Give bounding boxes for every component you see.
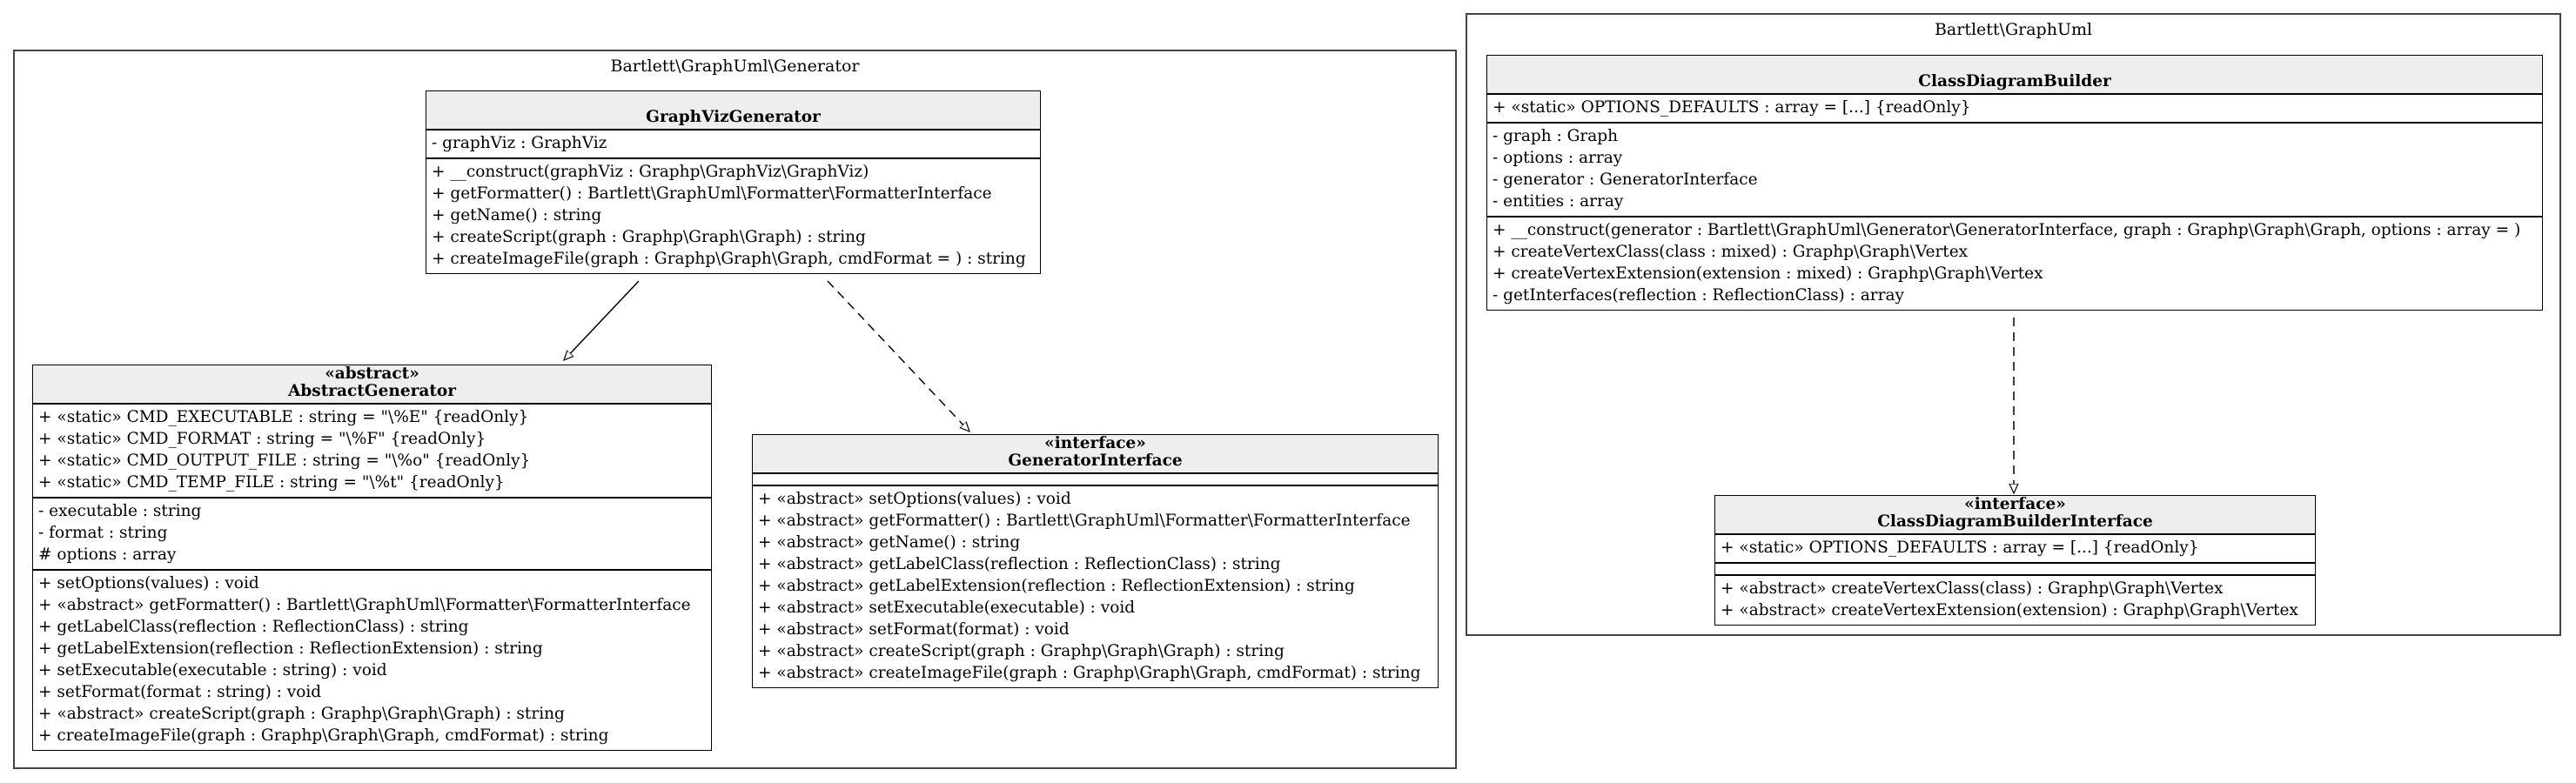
class-member: + «abstract» createScript(graph : Graphp… (38, 705, 565, 723)
class-name: GraphVizGenerator (646, 108, 821, 126)
class-header: GraphVizGenerator (426, 91, 1040, 130)
realization-arrow (827, 280, 969, 432)
class-member: + «static» OPTIONS_DEFAULTS : array = [.… (1493, 98, 1971, 117)
class-member: + «abstract» getName() : string (758, 533, 1021, 552)
class-compartment: - graph : Graph - options : array - genera… (1487, 124, 2542, 218)
class-member: + getLabelClass(reflection : ReflectionC… (38, 618, 469, 636)
generalization-arrow (564, 280, 640, 360)
class-classdiagrambuilderinterface[interactable]: «interface» ClassDiagramBuilderInterface +… (1714, 495, 2316, 626)
class-name: GeneratorInterface (1008, 452, 1183, 470)
class-compartment: + setOptions(values) : void + «abstract» … (33, 571, 711, 750)
class-member: + «static» CMD_TEMP_FILE : string = "\%t… (38, 473, 505, 492)
class-member: + «static» CMD_FORMAT : string = "\%F" {… (38, 430, 486, 448)
class-compartment: + «abstract» createVertexClass(class) : … (1715, 576, 2315, 625)
class-compartment (753, 474, 1438, 486)
class-member: + «static» CMD_OUTPUT_FILE : string = "\… (38, 452, 531, 470)
class-compartment: + «abstract» setOptions(values) : void + … (753, 486, 1438, 687)
class-member: + getName() : string (432, 206, 602, 224)
class-member: + «abstract» createScript(graph : Graphp… (758, 642, 1285, 660)
class-compartment: + «static» OPTIONS_DEFAULTS : array = [.… (1487, 95, 2542, 124)
class-member: + setExecutable(executable : string) : v… (38, 661, 387, 679)
class-compartment (1715, 564, 2315, 576)
class-member: + setOptions(values) : void (38, 574, 259, 592)
class-name: AbstractGenerator (288, 382, 456, 400)
class-stereotype: «interface» (1044, 434, 1146, 452)
class-generatorinterface[interactable]: «interface» GeneratorInterface + «abstract… (752, 434, 1439, 688)
class-member: - generator : GeneratorInterface (1493, 171, 1758, 189)
class-compartment: + __construct(generator : Bartlett\Graph… (1487, 218, 2542, 310)
class-abstractgenerator[interactable]: «abstract» AbstractGenerator + «static» CM… (32, 365, 712, 751)
class-member: + «abstract» setExecutable(executable) :… (758, 599, 1136, 617)
class-member: + __construct(graphViz : Graphp\GraphViz… (432, 163, 869, 181)
class-member: + «abstract» setOptions(values) : void (758, 490, 1071, 508)
class-member: + «abstract» getLabelClass(reflection : … (758, 555, 1281, 573)
class-name: ClassDiagramBuilderInterface (1877, 512, 2153, 531)
class-compartment: + __construct(graphViz : Graphp\GraphViz… (426, 159, 1040, 273)
class-member: + «static» CMD_EXECUTABLE : string = "\%… (38, 408, 529, 426)
class-member: - options : array (1493, 149, 1623, 167)
class-member: + «abstract» getFormatter() : Bartlett\G… (758, 512, 1411, 530)
class-member: + «abstract» createVertexExtension(exten… (1721, 601, 2298, 619)
class-member: - entities : array (1493, 192, 1624, 211)
class-compartment: + «static» OPTIONS_DEFAULTS : array = [.… (1715, 535, 2315, 564)
class-member: - executable : string (38, 502, 202, 520)
class-member: + createScript(graph : Graphp\Graph\Grap… (432, 228, 866, 246)
class-header: «interface» ClassDiagramBuilderInterface (1715, 496, 2315, 535)
class-member: + createVertexExtension(extension : mixe… (1493, 264, 2043, 283)
class-name: ClassDiagramBuilder (1918, 72, 2111, 90)
class-member: - getInterfaces(reflection : ReflectionC… (1493, 286, 1904, 304)
class-header: ClassDiagramBuilder (1487, 56, 2542, 95)
class-member: + getFormatter() : Bartlett\GraphUml\For… (432, 184, 992, 203)
class-member: - graph : Graph (1493, 127, 1619, 145)
class-member: + «abstract» createVertexClass(class) : … (1721, 579, 2224, 598)
class-member: + «abstract» getFormatter() : Bartlett\G… (38, 596, 691, 614)
class-member: + «abstract» setFormat(format) : void (758, 620, 1070, 639)
class-compartment: + «static» CMD_EXECUTABLE : string = "\%… (33, 405, 711, 499)
class-member: + createVertexClass(class : mixed) : Gra… (1493, 243, 1969, 261)
class-compartment: - graphViz : GraphViz (426, 130, 1040, 159)
class-member: - format : string (38, 524, 168, 542)
class-graphvizgenerator[interactable]: GraphVizGenerator - graphViz : GraphViz + … (426, 90, 1041, 274)
class-member: - graphViz : GraphViz (432, 134, 607, 152)
class-member: + setFormat(format : string) : void (38, 683, 322, 701)
class-member: + createImageFile(graph : Graphp\Graph\G… (38, 726, 609, 745)
class-member: + __construct(generator : Bartlett\Graph… (1493, 221, 2521, 239)
class-member: + createImageFile(graph : Graphp\Graph\G… (432, 250, 1026, 268)
class-header: «interface» GeneratorInterface (753, 435, 1438, 474)
class-member: + getLabelExtension(reflection : Reflect… (38, 639, 543, 658)
class-compartment: - executable : string - format : string # … (33, 499, 711, 571)
class-header: «abstract» AbstractGenerator (33, 365, 711, 405)
class-classdiagrambuilder[interactable]: ClassDiagramBuilder + «static» OPTIONS_DE… (1486, 55, 2543, 311)
class-stereotype: «abstract» (325, 365, 419, 383)
class-member: # options : array (38, 545, 177, 564)
class-member: + «abstract» createImageFile(graph : Gra… (758, 664, 1421, 682)
class-member: + «static» OPTIONS_DEFAULTS : array = [.… (1721, 539, 2199, 557)
class-member: + «abstract» getLabelExtension(reflectio… (758, 577, 1355, 595)
class-stereotype: «interface» (1964, 495, 2066, 513)
